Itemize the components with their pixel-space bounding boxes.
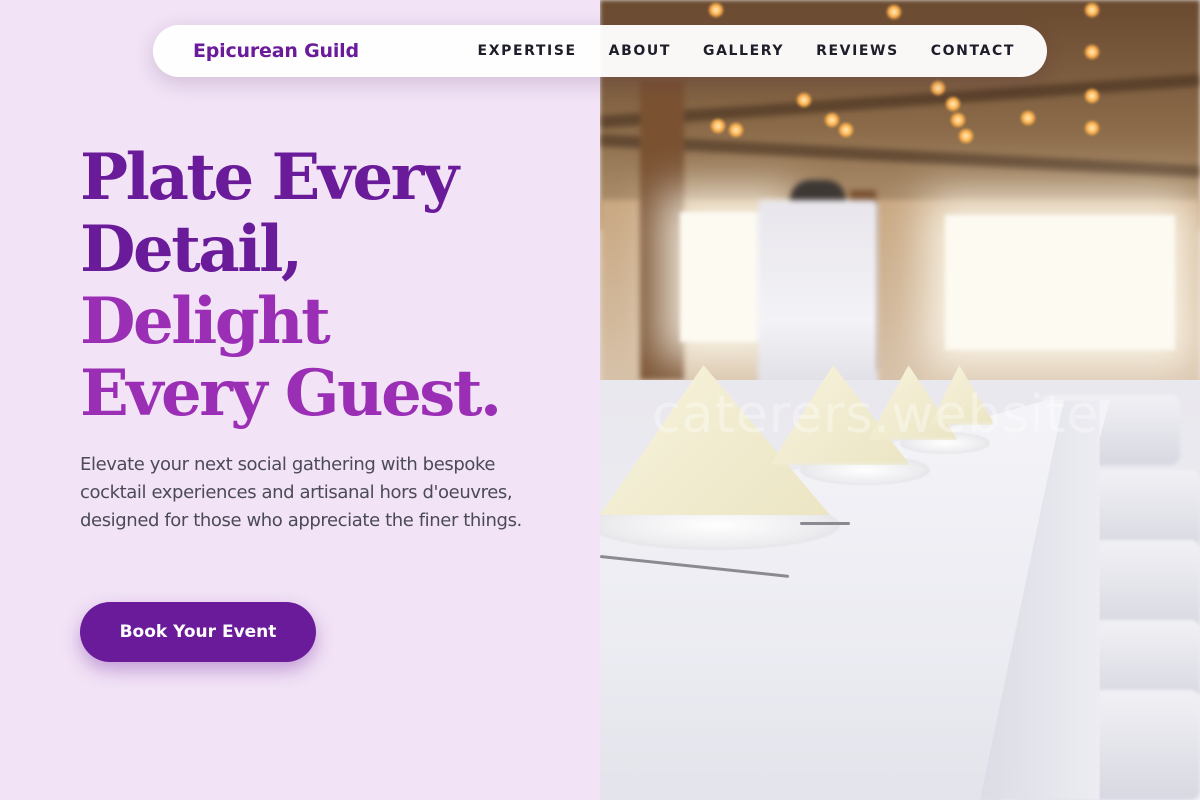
photo-pillar <box>640 80 684 380</box>
hero-image: caterers.website <box>600 0 1200 800</box>
nav-link-about[interactable]: ABOUT <box>609 43 671 59</box>
photo-light <box>930 80 946 96</box>
photo-light <box>824 112 840 128</box>
photo-lantern <box>758 200 878 400</box>
navbar: Epicurean Guild EXPERTISE ABOUT GALLERY … <box>153 25 1047 77</box>
photo-light <box>710 118 726 134</box>
headline-line: Detail, <box>80 212 303 287</box>
hero-headline: Plate Every Detail, Delight Every Guest. <box>80 142 580 430</box>
photo-light <box>950 112 966 128</box>
nav-link-expertise[interactable]: EXPERTISE <box>478 43 577 59</box>
photo-light <box>728 122 744 138</box>
photo-cutlery <box>800 522 850 525</box>
book-event-button[interactable]: Book Your Event <box>80 602 316 662</box>
photo-light <box>1084 44 1100 60</box>
photo-light <box>958 128 974 144</box>
nav-link-reviews[interactable]: REVIEWS <box>816 43 899 59</box>
hero-subtext: Elevate your next social gathering with … <box>80 454 522 531</box>
brand-logo[interactable]: Epicurean Guild <box>193 40 359 62</box>
photo-light <box>886 4 902 20</box>
photo-light <box>708 2 724 18</box>
nav-links: EXPERTISE ABOUT GALLERY REVIEWS CONTACT <box>446 43 1015 59</box>
photo-light <box>838 122 854 138</box>
photo-light <box>945 96 961 112</box>
headline-line: Delight <box>80 284 331 359</box>
photo-light <box>796 92 812 108</box>
photo-light <box>1084 2 1100 18</box>
photo-light <box>1084 120 1100 136</box>
photo-light <box>1020 110 1036 126</box>
photo-light <box>1084 88 1100 104</box>
headline-line: Every Guest. <box>80 356 502 431</box>
photo-window <box>945 215 1175 350</box>
watermark: caterers.website <box>652 385 1100 445</box>
headline-line: Plate Every <box>80 140 459 215</box>
nav-link-contact[interactable]: CONTACT <box>931 43 1015 59</box>
nav-link-gallery[interactable]: GALLERY <box>703 43 784 59</box>
